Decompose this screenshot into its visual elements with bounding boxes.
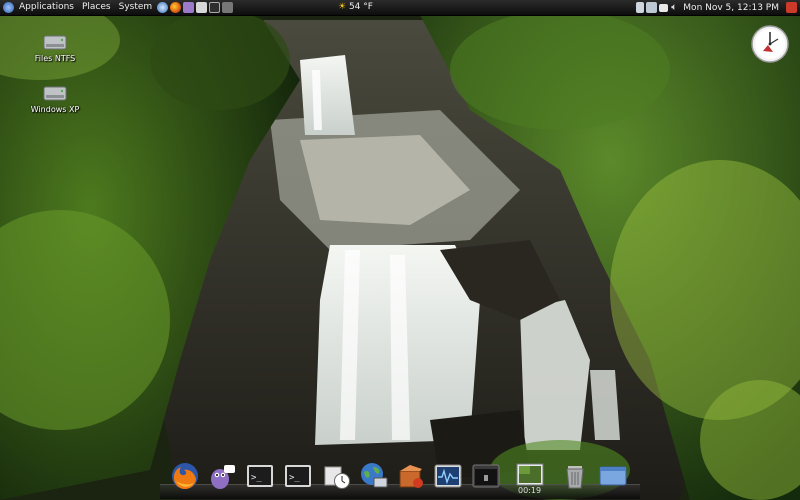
menu-system[interactable]: System <box>115 0 157 15</box>
firefox-icon[interactable] <box>170 461 200 491</box>
window-icon[interactable] <box>598 461 628 491</box>
terminal-launcher-icon[interactable] <box>209 2 221 13</box>
network-globe-icon[interactable] <box>359 461 389 491</box>
workspace-label: 00:19 <box>518 486 542 495</box>
firefox-launcher-icon[interactable] <box>170 2 182 13</box>
shutdown-icon[interactable] <box>786 2 797 13</box>
panel-clock[interactable]: Mon Nov 5, 12:13 PM <box>683 3 779 13</box>
pidgin-icon[interactable] <box>206 461 236 491</box>
svg-text:>_: >_ <box>251 473 262 483</box>
settings-launcher-icon[interactable] <box>222 2 234 13</box>
clipboard-icon[interactable] <box>636 2 645 13</box>
menu-applications[interactable]: Applications <box>15 0 78 15</box>
weather-temperature: 54 °F <box>348 2 373 12</box>
pidgin-launcher-icon[interactable] <box>183 2 195 13</box>
display-icon[interactable] <box>659 3 669 12</box>
network-icon[interactable] <box>646 2 658 13</box>
system-monitor-icon[interactable] <box>433 461 463 491</box>
svg-text:>_: >_ <box>289 473 300 483</box>
terminal-icon[interactable]: >_ <box>245 461 275 491</box>
sun-icon: ☀ <box>338 2 347 12</box>
dark-window-icon[interactable] <box>471 461 501 491</box>
terminal-icon[interactable]: >_ <box>283 461 313 491</box>
analog-clock-widget[interactable] <box>751 25 789 63</box>
desktop-icon-windows-xp[interactable]: Windows XP <box>20 84 90 114</box>
hard-drive-icon <box>43 33 67 51</box>
weather-applet[interactable]: ☀ 54 °F <box>338 0 373 15</box>
clock-icon[interactable] <box>322 461 352 491</box>
desktop-icon-files-ntfs[interactable]: Files NTFS <box>20 33 90 63</box>
package-manager-icon[interactable] <box>396 461 426 491</box>
volume-icon[interactable]: 🔈︎ <box>671 2 677 13</box>
trash-icon[interactable] <box>560 461 590 491</box>
desktop-icon-label: Windows XP <box>30 105 80 114</box>
menu-places[interactable]: Places <box>78 0 115 15</box>
system-tray: 🔈︎ Mon Nov 5, 12:13 PM <box>635 0 800 15</box>
desktop-wallpaper <box>0 0 800 500</box>
hard-drive-icon <box>43 84 67 102</box>
desktop-icon-label: Files NTFS <box>34 54 76 63</box>
main-menu-icon[interactable] <box>3 2 14 13</box>
network-launcher-icon[interactable] <box>157 2 169 13</box>
home-launcher-icon[interactable] <box>196 2 208 13</box>
top-panel: Applications Places System ☀ 54 °F 🔈︎ Mo… <box>0 0 800 16</box>
